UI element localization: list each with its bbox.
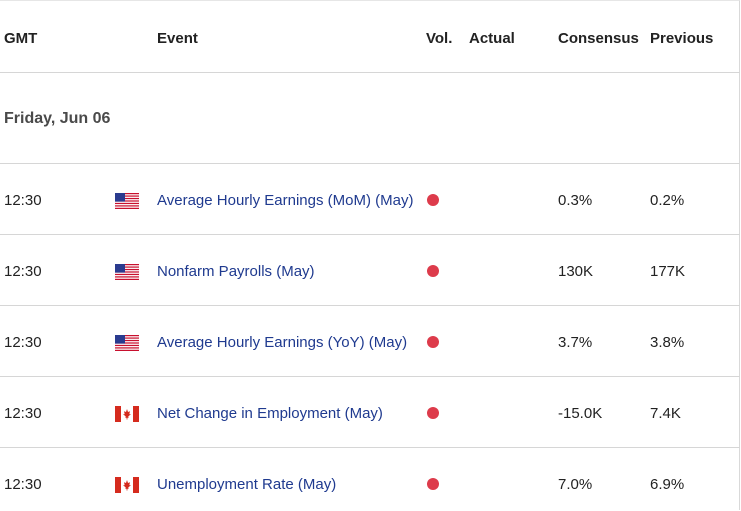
header-previous: Previous bbox=[650, 30, 714, 47]
event-previous: 3.8% bbox=[650, 334, 685, 351]
canada-flag-icon bbox=[115, 477, 139, 493]
event-time: 12:30 bbox=[4, 476, 42, 493]
event-consensus: 0.3% bbox=[558, 192, 593, 209]
header-gmt: GMT bbox=[4, 30, 38, 47]
event-name[interactable]: Net Change in Employment (May) bbox=[157, 405, 383, 422]
canada-flag-icon bbox=[115, 406, 139, 422]
event-previous: 7.4K bbox=[650, 405, 681, 422]
event-consensus: -15.0K bbox=[558, 405, 603, 422]
event-consensus: 130K bbox=[558, 263, 594, 280]
event-previous: 0.2% bbox=[650, 192, 685, 209]
date-heading: Friday, Jun 06 bbox=[4, 110, 111, 127]
us-flag-icon bbox=[115, 335, 139, 351]
divider bbox=[0, 447, 740, 448]
us-flag-icon bbox=[115, 264, 139, 280]
event-time: 12:30 bbox=[4, 192, 42, 209]
us-flag-icon bbox=[115, 193, 139, 209]
event-previous: 6.9% bbox=[650, 476, 685, 493]
header-actual: Actual bbox=[469, 30, 515, 47]
event-name[interactable]: Average Hourly Earnings (MoM) (May) bbox=[157, 192, 413, 209]
event-name[interactable]: Unemployment Rate (May) bbox=[157, 476, 336, 493]
event-name[interactable]: Average Hourly Earnings (YoY) (May) bbox=[157, 334, 407, 351]
divider bbox=[0, 376, 740, 377]
calendar-table: GMT Event Vol. Actual Consensus Previous… bbox=[0, 0, 740, 510]
header-vol: Vol. bbox=[426, 30, 453, 47]
event-consensus: 7.0% bbox=[558, 476, 593, 493]
high-volatility-icon bbox=[427, 194, 439, 206]
high-volatility-icon bbox=[427, 336, 439, 348]
header-event: Event bbox=[157, 30, 198, 47]
high-volatility-icon bbox=[427, 407, 439, 419]
event-consensus: 3.7% bbox=[558, 334, 593, 351]
event-name[interactable]: Nonfarm Payrolls (May) bbox=[157, 263, 315, 280]
divider bbox=[0, 234, 740, 235]
high-volatility-icon bbox=[427, 265, 439, 277]
divider bbox=[0, 305, 740, 306]
high-volatility-icon bbox=[427, 478, 439, 490]
header-consensus: Consensus bbox=[558, 30, 639, 47]
event-time: 12:30 bbox=[4, 405, 42, 422]
event-previous: 177K bbox=[650, 263, 686, 280]
event-time: 12:30 bbox=[4, 263, 42, 280]
event-time: 12:30 bbox=[4, 334, 42, 351]
divider bbox=[0, 72, 740, 73]
divider bbox=[0, 163, 740, 164]
